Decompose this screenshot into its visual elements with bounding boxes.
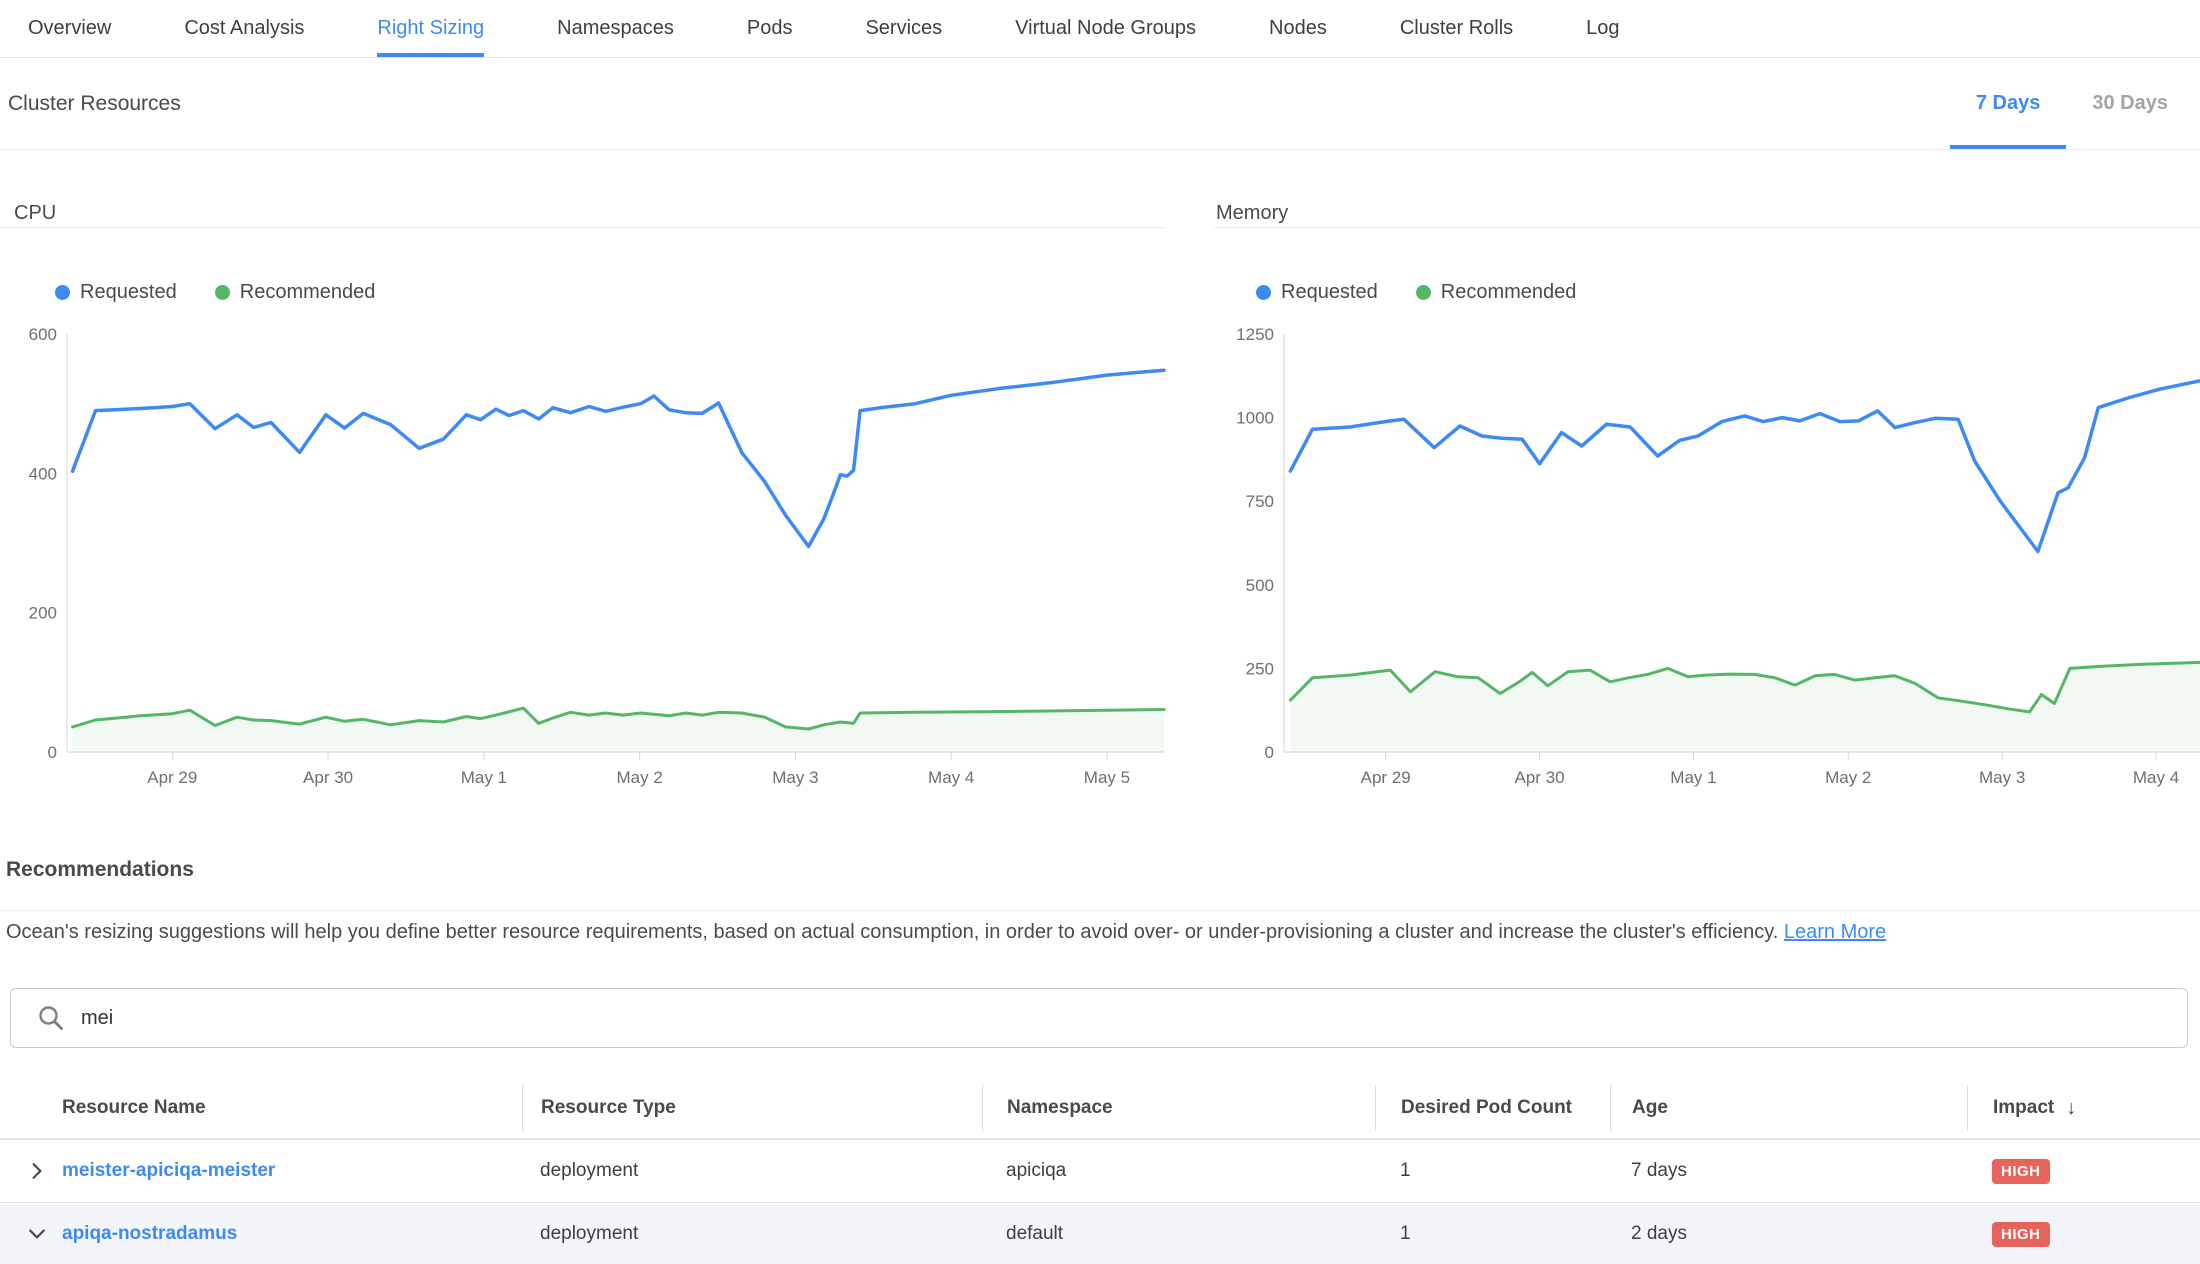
tab-services[interactable]: Services bbox=[865, 0, 942, 57]
search-icon bbox=[37, 1004, 65, 1032]
recommendations-title: Recommendations bbox=[6, 858, 194, 882]
memory-title-divider bbox=[1214, 227, 2200, 228]
tab-log[interactable]: Log bbox=[1586, 0, 1619, 57]
impact-badge-high: HIGH bbox=[1992, 1159, 2050, 1184]
chevron-right-icon[interactable] bbox=[28, 1162, 46, 1180]
cpu-line-chart: 0 200 400 600 Apr 29 Apr 30 May 1 May 2 May 3 May… bbox=[0, 320, 1170, 790]
tab-pods[interactable]: Pods bbox=[747, 0, 793, 57]
column-header-impact[interactable]: Impact ↓ bbox=[1967, 1085, 2200, 1131]
tab-right-sizing[interactable]: Right Sizing bbox=[377, 0, 484, 57]
svg-text:1250: 1250 bbox=[1236, 325, 1274, 344]
svg-text:1000: 1000 bbox=[1236, 409, 1274, 428]
desired-pod-count-cell: 1 bbox=[1375, 1204, 1610, 1264]
requested-dot-icon bbox=[55, 285, 70, 300]
column-header-age[interactable]: Age bbox=[1610, 1085, 1967, 1131]
search-bar bbox=[10, 988, 2188, 1048]
tab-nodes[interactable]: Nodes bbox=[1269, 0, 1327, 57]
cpu-legend: Requested Recommended bbox=[55, 281, 375, 304]
svg-text:0: 0 bbox=[48, 743, 57, 762]
namespace-cell: apiciqa bbox=[982, 1140, 1375, 1202]
memory-legend: Requested Recommended bbox=[1256, 281, 1576, 304]
table-row-expanded[interactable]: apiqa-nostradamus deployment default 1 2… bbox=[0, 1204, 2200, 1264]
svg-text:May 4: May 4 bbox=[928, 768, 974, 787]
recommended-dot-icon bbox=[1416, 285, 1431, 300]
page-title: Cluster Resources bbox=[0, 92, 181, 116]
svg-text:250: 250 bbox=[1246, 659, 1274, 678]
recommendations-description: Ocean's resizing suggestions will help y… bbox=[6, 921, 2196, 944]
range-tab-7-days[interactable]: 7 Days bbox=[1950, 58, 2067, 149]
recommendations-divider bbox=[0, 910, 2200, 911]
column-label: Impact bbox=[1993, 1097, 2054, 1119]
legend-item-requested[interactable]: Requested bbox=[55, 281, 177, 304]
namespace-cell: default bbox=[982, 1204, 1375, 1264]
svg-text:200: 200 bbox=[29, 604, 57, 623]
svg-text:May 1: May 1 bbox=[1670, 768, 1716, 787]
resource-name-link[interactable]: meister-apiciqa-meister bbox=[62, 1160, 275, 1182]
table-header-row: Resource Name Resource Type Namespace De… bbox=[0, 1085, 2200, 1131]
resource-type-cell: deployment bbox=[522, 1140, 982, 1202]
svg-text:Apr 29: Apr 29 bbox=[1361, 768, 1411, 787]
age-cell: 2 days bbox=[1610, 1204, 1967, 1264]
legend-label: Recommended bbox=[240, 281, 376, 304]
svg-text:400: 400 bbox=[29, 464, 57, 483]
tab-virtual-node-groups[interactable]: Virtual Node Groups bbox=[1015, 0, 1196, 57]
tab-namespaces[interactable]: Namespaces bbox=[557, 0, 674, 57]
column-header-desired-pod-count[interactable]: Desired Pod Count bbox=[1375, 1085, 1610, 1131]
svg-text:May 2: May 2 bbox=[1825, 768, 1871, 787]
cpu-title-divider bbox=[0, 227, 1164, 228]
legend-label: Requested bbox=[1281, 281, 1378, 304]
search-input[interactable] bbox=[81, 989, 2187, 1047]
time-range-toggle: 7 Days 30 Days bbox=[1950, 58, 2194, 149]
legend-item-recommended[interactable]: Recommended bbox=[1416, 281, 1577, 304]
range-tab-30-days[interactable]: 30 Days bbox=[2066, 58, 2194, 149]
description-text: Ocean's resizing suggestions will help y… bbox=[6, 921, 1778, 943]
svg-text:Apr 30: Apr 30 bbox=[303, 768, 353, 787]
svg-text:May 3: May 3 bbox=[1979, 768, 2025, 787]
resource-type-cell: deployment bbox=[522, 1204, 982, 1264]
svg-text:750: 750 bbox=[1246, 492, 1274, 511]
svg-text:May 4: May 4 bbox=[2133, 768, 2179, 787]
cluster-resources-header: Cluster Resources 7 Days 30 Days bbox=[0, 58, 2200, 150]
legend-item-requested[interactable]: Requested bbox=[1256, 281, 1378, 304]
svg-text:May 3: May 3 bbox=[772, 768, 818, 787]
svg-text:500: 500 bbox=[1246, 576, 1274, 595]
column-header-namespace[interactable]: Namespace bbox=[982, 1085, 1375, 1131]
table-row[interactable]: meister-apiciqa-meister deployment apici… bbox=[0, 1140, 2200, 1203]
svg-text:600: 600 bbox=[29, 325, 57, 344]
svg-text:May 1: May 1 bbox=[461, 768, 507, 787]
svg-text:0: 0 bbox=[1265, 743, 1274, 762]
chevron-down-icon[interactable] bbox=[28, 1225, 46, 1243]
svg-text:Apr 29: Apr 29 bbox=[147, 768, 197, 787]
svg-text:May 2: May 2 bbox=[616, 768, 662, 787]
sort-desc-icon[interactable]: ↓ bbox=[2066, 1097, 2076, 1120]
recommended-dot-icon bbox=[215, 285, 230, 300]
legend-label: Requested bbox=[80, 281, 177, 304]
legend-item-recommended[interactable]: Recommended bbox=[215, 281, 376, 304]
requested-dot-icon bbox=[1256, 285, 1271, 300]
right-sizing-page: Overview Cost Analysis Right Sizing Name… bbox=[0, 0, 2200, 1264]
impact-badge-high: HIGH bbox=[1992, 1222, 2050, 1247]
memory-line-chart: 0 250 500 750 1000 1250 Apr 29 Apr 30 May 1 May 2… bbox=[1214, 320, 2200, 790]
learn-more-link[interactable]: Learn More bbox=[1784, 921, 1886, 943]
column-header-resource-name[interactable]: Resource Name bbox=[0, 1085, 522, 1131]
resource-name-link[interactable]: apiqa-nostradamus bbox=[62, 1223, 237, 1245]
tab-cost-analysis[interactable]: Cost Analysis bbox=[184, 0, 304, 57]
cpu-chart-title: CPU bbox=[14, 202, 56, 225]
age-cell: 7 days bbox=[1610, 1140, 1967, 1202]
svg-text:May 5: May 5 bbox=[1084, 768, 1130, 787]
tab-cluster-rolls[interactable]: Cluster Rolls bbox=[1400, 0, 1513, 57]
column-header-resource-type[interactable]: Resource Type bbox=[522, 1085, 982, 1131]
desired-pod-count-cell: 1 bbox=[1375, 1140, 1610, 1202]
legend-label: Recommended bbox=[1441, 281, 1577, 304]
svg-text:Apr 30: Apr 30 bbox=[1515, 768, 1565, 787]
memory-chart-title: Memory bbox=[1216, 202, 1288, 225]
nav-tabbar: Overview Cost Analysis Right Sizing Name… bbox=[0, 0, 2200, 58]
tab-overview[interactable]: Overview bbox=[28, 0, 111, 57]
